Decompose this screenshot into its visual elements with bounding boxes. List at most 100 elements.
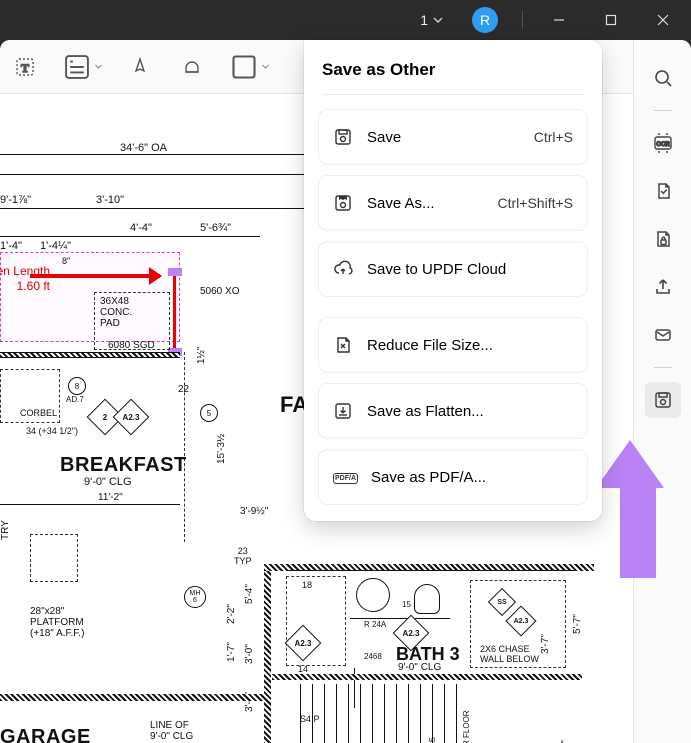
save-other-icon[interactable] bbox=[645, 382, 681, 418]
eraser-tool[interactable] bbox=[177, 52, 207, 82]
measure-label: en Length 1.60 ft bbox=[0, 264, 56, 294]
save-cloud-label: Save to UPDF Cloud bbox=[367, 261, 573, 278]
typ-label: 23 TYP bbox=[234, 546, 252, 566]
xo-label: 5060 XO bbox=[200, 286, 239, 297]
reduce-label: Reduce File Size... bbox=[367, 337, 573, 354]
upper-floor-label: SEE UPPER FLOOR bbox=[462, 710, 471, 743]
chevron-down-icon[interactable] bbox=[432, 14, 444, 26]
dim-14: 14 bbox=[298, 664, 308, 674]
breakfast-label: BREAKFAST bbox=[60, 454, 187, 477]
dim-label: 15'-3½ bbox=[216, 434, 227, 464]
pdfa-item[interactable]: PDF/A Save as PDF/A... bbox=[318, 449, 588, 505]
save-icon bbox=[333, 127, 353, 147]
pencil-tool[interactable] bbox=[125, 52, 155, 82]
pad-label: 36X48 CONC. PAD bbox=[100, 296, 132, 329]
bath3-clg: 9'-0" CLG bbox=[398, 662, 441, 673]
cloud-up-icon bbox=[333, 259, 353, 279]
stairs bbox=[300, 684, 460, 743]
red-arrow bbox=[30, 274, 160, 278]
divider bbox=[654, 367, 672, 368]
divider bbox=[322, 94, 584, 95]
minimize-button[interactable] bbox=[537, 0, 581, 40]
pointer-arrow bbox=[612, 440, 664, 578]
dim-label: 3'-10" bbox=[96, 194, 124, 206]
close-button[interactable] bbox=[641, 0, 685, 40]
garage-label: GARAGE bbox=[0, 726, 91, 743]
dim-label: 2'-2" bbox=[226, 604, 237, 624]
maximize-button[interactable] bbox=[589, 0, 633, 40]
divider bbox=[654, 110, 672, 111]
dim-label: 3'-9½" bbox=[240, 506, 268, 517]
risers-label: 17 RISERS bbox=[428, 737, 437, 743]
right-rail: OCR bbox=[633, 40, 691, 743]
save-label: Save bbox=[367, 129, 520, 146]
svg-text:T: T bbox=[21, 61, 29, 75]
dim-label: 4'-4" bbox=[130, 222, 152, 234]
red-bar bbox=[173, 272, 176, 352]
line-of-label: LINE OF 9'-0" CLG bbox=[150, 720, 193, 742]
dim-label: 5'-6¾" bbox=[200, 222, 231, 234]
save-as-other-panel: Save as Other Save Ctrl+S Save As... Ctr… bbox=[304, 40, 602, 521]
dim-label: 9'-1⅞" bbox=[0, 194, 31, 206]
save-item[interactable]: Save Ctrl+S bbox=[318, 109, 588, 165]
dim-label: 34'-6" OA bbox=[120, 142, 167, 154]
dim-label: 34 (+34 1/2") bbox=[26, 426, 78, 436]
flatten-label: Save as Flatten... bbox=[367, 403, 573, 420]
pdfa-icon: PDF/A bbox=[333, 467, 357, 487]
save-as-label: Save As... bbox=[367, 195, 484, 212]
flatten-icon bbox=[333, 401, 353, 421]
save-as-item[interactable]: Save As... Ctrl+Shift+S bbox=[318, 175, 588, 231]
dim-label: 1'-7" bbox=[226, 642, 237, 662]
mail-icon[interactable] bbox=[645, 317, 681, 353]
share-icon[interactable] bbox=[645, 269, 681, 305]
dim-3-7: 3'-7" bbox=[540, 634, 551, 654]
reduce-icon bbox=[333, 335, 353, 355]
try-label: TRY bbox=[0, 520, 11, 540]
popup-title: Save as Other bbox=[322, 60, 584, 80]
callout-circle: 5 bbox=[200, 404, 218, 422]
shape-tool[interactable] bbox=[229, 52, 270, 82]
dim-label: 3'-0" bbox=[244, 644, 255, 664]
toilet-fixture bbox=[414, 584, 440, 614]
s4p-label: S4 P bbox=[300, 714, 320, 724]
crop-page-icon[interactable] bbox=[645, 173, 681, 209]
dim-label: 5'-4" bbox=[244, 584, 255, 604]
dim-label: 1½" bbox=[196, 347, 207, 364]
ocr-icon[interactable]: OCR bbox=[645, 125, 681, 161]
chevron-down-icon bbox=[261, 62, 270, 71]
measure-handle[interactable] bbox=[168, 268, 182, 276]
save-as-icon bbox=[333, 193, 353, 213]
save-cloud-item[interactable]: Save to UPDF Cloud bbox=[318, 241, 588, 297]
reduce-size-item[interactable]: Reduce File Size... bbox=[318, 317, 588, 373]
save-as-shortcut: Ctrl+Shift+S bbox=[498, 195, 573, 211]
dim-15r: 15 bbox=[402, 600, 411, 609]
svg-text:OCR: OCR bbox=[656, 142, 670, 148]
avatar[interactable]: R bbox=[472, 7, 498, 33]
dim-label: 8" bbox=[62, 256, 70, 266]
sgd-label: 6080 SGD bbox=[108, 340, 155, 351]
sink-fixture bbox=[356, 578, 390, 612]
save-shortcut: Ctrl+S bbox=[534, 129, 573, 145]
lock-page-icon[interactable] bbox=[645, 221, 681, 257]
platform-label: 28"x28" PLATFORM (+18" A.F.F.) bbox=[30, 606, 84, 639]
mh-callout: MH 6 bbox=[184, 586, 206, 608]
page-number: 1 bbox=[420, 12, 428, 28]
breakfast-clg: 9'-0" CLG bbox=[84, 476, 132, 488]
dim-2468: 2468 bbox=[364, 652, 382, 661]
flatten-item[interactable]: Save as Flatten... bbox=[318, 383, 588, 439]
dim-label: 1'-4¼" bbox=[40, 240, 71, 252]
dim-22: 22 bbox=[178, 384, 189, 395]
r24a-label: R 24A bbox=[364, 620, 386, 629]
text-tool[interactable]: T bbox=[10, 52, 40, 82]
corbel-label: CORBEL bbox=[20, 408, 57, 418]
text-block-tool[interactable] bbox=[62, 52, 103, 82]
pdfa-label: Save as PDF/A... bbox=[371, 469, 573, 486]
dim-5-7: 5'-7" bbox=[572, 614, 583, 634]
divider bbox=[522, 11, 523, 29]
search-icon[interactable] bbox=[645, 60, 681, 96]
chevron-down-icon bbox=[94, 62, 103, 71]
dim-label: 1'-4" bbox=[0, 240, 22, 252]
callout-circle: 8 bbox=[68, 377, 86, 395]
callout-label: AD.7 bbox=[66, 395, 84, 404]
dim-label: 11'-2" bbox=[98, 492, 123, 503]
